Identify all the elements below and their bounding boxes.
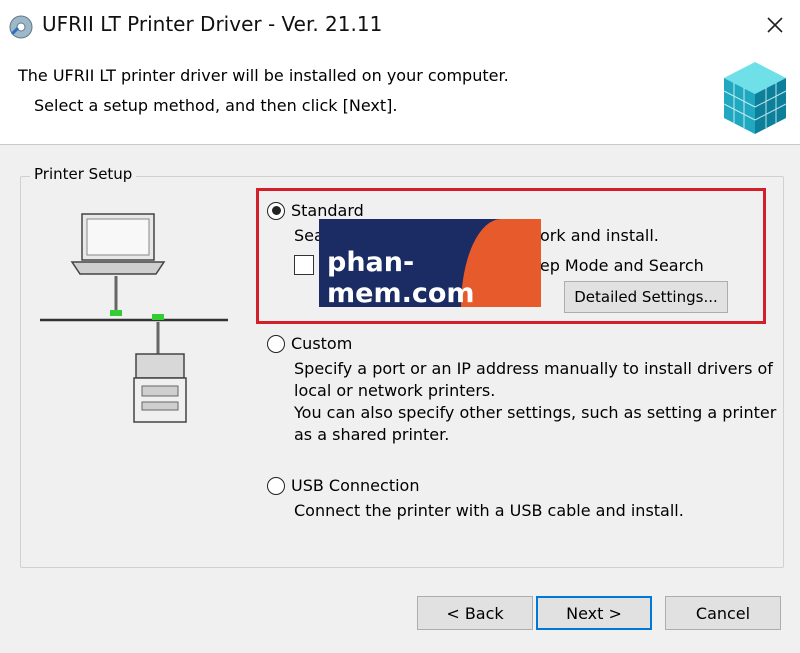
network-illustration <box>38 210 238 430</box>
watermark-logo: phan-mem.com <box>319 219 541 307</box>
printer-icon <box>133 353 187 423</box>
close-button[interactable] <box>760 10 790 40</box>
usb-label: USB Connection <box>291 476 420 495</box>
header-instruction-1: The UFRII LT printer driver will be inst… <box>18 66 509 85</box>
custom-desc-3: You can also specify other settings, suc… <box>294 403 777 422</box>
header-panel: The UFRII LT printer driver will be inst… <box>0 52 800 145</box>
usb-desc: Connect the printer with a USB cable and… <box>294 501 684 520</box>
header-instruction-2: Select a setup method, and then click [N… <box>34 96 398 115</box>
custom-desc-1: Specify a port or an IP address manually… <box>294 359 773 378</box>
usb-radio[interactable]: USB Connection <box>267 476 419 495</box>
custom-label: Custom <box>291 334 353 353</box>
laptop-icon <box>70 213 166 275</box>
radio-empty-icon <box>267 476 285 495</box>
custom-desc-4: as a shared printer. <box>294 425 450 444</box>
title-bar: UFRII LT Printer Driver - Ver. 21.11 <box>0 0 800 52</box>
custom-desc-2: local or network printers. <box>294 381 496 400</box>
printer-setup-label: Printer Setup <box>30 165 137 183</box>
close-icon <box>767 17 783 33</box>
window-title: UFRII LT Printer Driver - Ver. 21.11 <box>42 12 383 36</box>
custom-radio[interactable]: Custom <box>267 334 352 353</box>
radio-empty-icon <box>267 334 285 353</box>
back-button[interactable]: < Back <box>417 596 533 630</box>
next-button[interactable]: Next > <box>536 596 652 630</box>
watermark-text: phan-mem.com <box>327 247 475 307</box>
installer-icon <box>8 14 34 40</box>
cube-logo-icon <box>720 58 790 138</box>
cancel-button[interactable]: Cancel <box>665 596 781 630</box>
